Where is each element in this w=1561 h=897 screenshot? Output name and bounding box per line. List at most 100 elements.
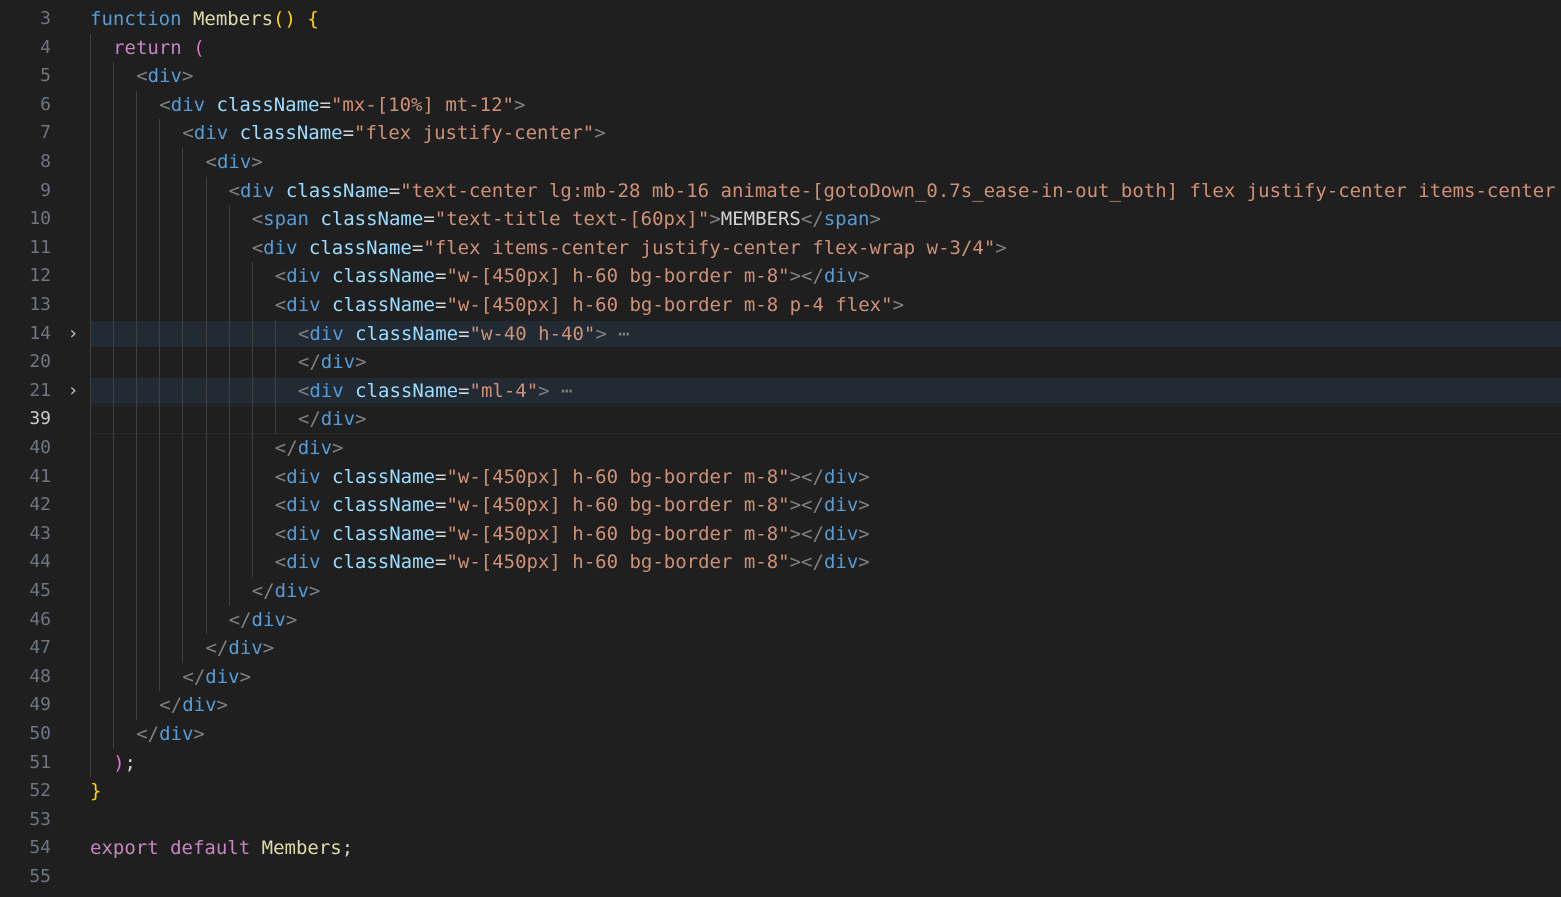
- code-token: <: [297, 322, 310, 345]
- code-line[interactable]: 10 <span className="text-title text-[60px…: [0, 205, 1561, 234]
- code-line[interactable]: 41 <div className="w-[450px] h-60 bg-bord…: [0, 462, 1561, 492]
- line-number: 41: [29, 465, 51, 487]
- code-line[interactable]: 4 return (: [0, 33, 1561, 63]
- code-line[interactable]: 14 › <div className="w-40 h-40"> ⋯: [0, 319, 1561, 349]
- code-editor[interactable]: 3 function Members() {4 return (5 <div> 6 <di…: [0, 0, 1561, 897]
- code-line[interactable]: 47 </div>: [0, 634, 1561, 663]
- indent-guide: [251, 491, 253, 520]
- code-token: "mx-[10%] mt-12": [330, 93, 514, 116]
- code-line[interactable]: 48 </div>: [0, 662, 1561, 692]
- code-token: div: [170, 93, 206, 116]
- indent-guide: [228, 577, 230, 606]
- indent-guide: [159, 405, 161, 434]
- indent-guide: [274, 405, 276, 434]
- code-line[interactable]: 54 export default Members;: [0, 834, 1561, 863]
- code-token: Members: [192, 8, 274, 30]
- code-token: "w-[450px] h-60 bg-border m-8": [446, 551, 790, 574]
- indent-guide: [205, 519, 207, 549]
- line-number: 21: [29, 379, 51, 401]
- code-line[interactable]: 49 </div>: [0, 691, 1561, 720]
- indent-guide: [136, 605, 138, 635]
- indent-guide: [136, 434, 138, 463]
- code-token: div: [320, 408, 356, 431]
- line-number: 8: [40, 151, 51, 172]
- line-number: 7: [40, 122, 51, 144]
- code-line[interactable]: 43 <div className="w-[450px] h-60 bg-bord…: [0, 519, 1561, 549]
- line-number: 9: [40, 179, 51, 201]
- code-token: "w-40 h-40": [469, 322, 596, 345]
- indent-guide: [159, 348, 161, 377]
- code-token: className: [216, 93, 320, 116]
- code-token: div: [297, 437, 333, 459]
- code-line[interactable]: 13 <div className="w-[450px] h-60 bg-bord…: [0, 291, 1561, 320]
- code-line[interactable]: 40 </div>: [0, 434, 1561, 463]
- code-text: <div className="mx-[10%] mt-12">: [159, 91, 525, 120]
- code-line[interactable]: 39 </div>: [0, 405, 1561, 434]
- code-line[interactable]: 21 › <div className="ml-4"> ⋯: [0, 376, 1561, 406]
- indent-guide: [90, 548, 91, 577]
- code-line[interactable]: 3 function Members() {: [0, 5, 1561, 34]
- indent-guide: [90, 205, 91, 234]
- code-text: <div className="w-[450px] h-60 bg-border…: [275, 463, 870, 492]
- indent-guide: [182, 491, 184, 520]
- code-token: className: [332, 551, 435, 574]
- fold-chevron-icon[interactable]: ›: [64, 377, 82, 406]
- code-token: </: [800, 208, 824, 231]
- code-line[interactable]: 46 </div>: [0, 605, 1561, 635]
- line-number: 12: [29, 265, 51, 287]
- code-token: >: [262, 637, 275, 660]
- code-line[interactable]: 8 <div>: [0, 148, 1561, 177]
- code-line[interactable]: 20 </div>: [0, 348, 1561, 377]
- code-line[interactable]: 7 <div className="flex justify-center">: [0, 119, 1561, 148]
- code-line[interactable]: 44 <div className="w-[450px] h-60 bg-bord…: [0, 548, 1561, 577]
- code-line[interactable]: 12 <div className="w-[450px] h-60 bg-bord…: [0, 262, 1561, 291]
- indent-guide: [113, 62, 115, 91]
- code-line[interactable]: 52}: [0, 777, 1561, 806]
- line-number: 14: [29, 322, 51, 344]
- code-token: div: [228, 637, 263, 660]
- fold-chevron-icon[interactable]: ›: [64, 320, 82, 349]
- code-token: ></: [789, 522, 824, 545]
- indent-guide: [113, 376, 115, 406]
- code-token: >: [858, 522, 870, 545]
- indent-guide: [182, 348, 184, 377]
- code-token: ⋯: [549, 379, 573, 402]
- code-token: </: [159, 694, 183, 717]
- code-line[interactable]: 53: [0, 806, 1561, 835]
- code-text: </div>: [298, 405, 367, 434]
- code-token: =: [342, 122, 355, 145]
- code-line[interactable]: 55: [0, 863, 1561, 892]
- indent-guide: [251, 348, 253, 377]
- code-line[interactable]: 6 <div className="mx-[10%] mt-12">: [0, 90, 1561, 120]
- code-token: <: [251, 208, 264, 231]
- indent-guide: [113, 90, 115, 120]
- code-line[interactable]: 51);: [0, 748, 1561, 778]
- code-text: <div className="flex items-center justif…: [252, 234, 1007, 263]
- indent-guide: [205, 491, 207, 520]
- code-line[interactable]: 5 <div>: [0, 62, 1561, 91]
- code-line[interactable]: 9 <div className="text-center lg:mb-28 mb…: [0, 176, 1561, 206]
- code-token: >: [239, 665, 252, 688]
- indent-guide: [90, 33, 91, 63]
- code-line[interactable]: 50 </div>: [0, 720, 1561, 749]
- indent-guide: [159, 491, 161, 520]
- code-line[interactable]: 42 <div className="w-[450px] h-60 bg-bord…: [0, 491, 1561, 520]
- indent-guide: [159, 205, 161, 234]
- code-text: }: [90, 777, 101, 806]
- code-token: Members: [261, 837, 342, 860]
- code-token: =: [388, 179, 401, 202]
- indent-guide: [90, 462, 91, 492]
- line-number: 10: [29, 208, 51, 230]
- code-token: className: [320, 208, 424, 231]
- code-line[interactable]: 11 <div className="flex items-center just…: [0, 233, 1561, 263]
- indent-guide: [136, 577, 138, 606]
- indent-guide: [182, 262, 184, 291]
- indent-guide: [136, 148, 138, 177]
- indent-guide: [113, 662, 115, 692]
- code-line[interactable]: 45 </div>: [0, 577, 1561, 606]
- code-token: }: [90, 780, 102, 803]
- code-token: <: [182, 122, 194, 145]
- indent-guide: [182, 462, 184, 492]
- indent-guide: [205, 462, 207, 492]
